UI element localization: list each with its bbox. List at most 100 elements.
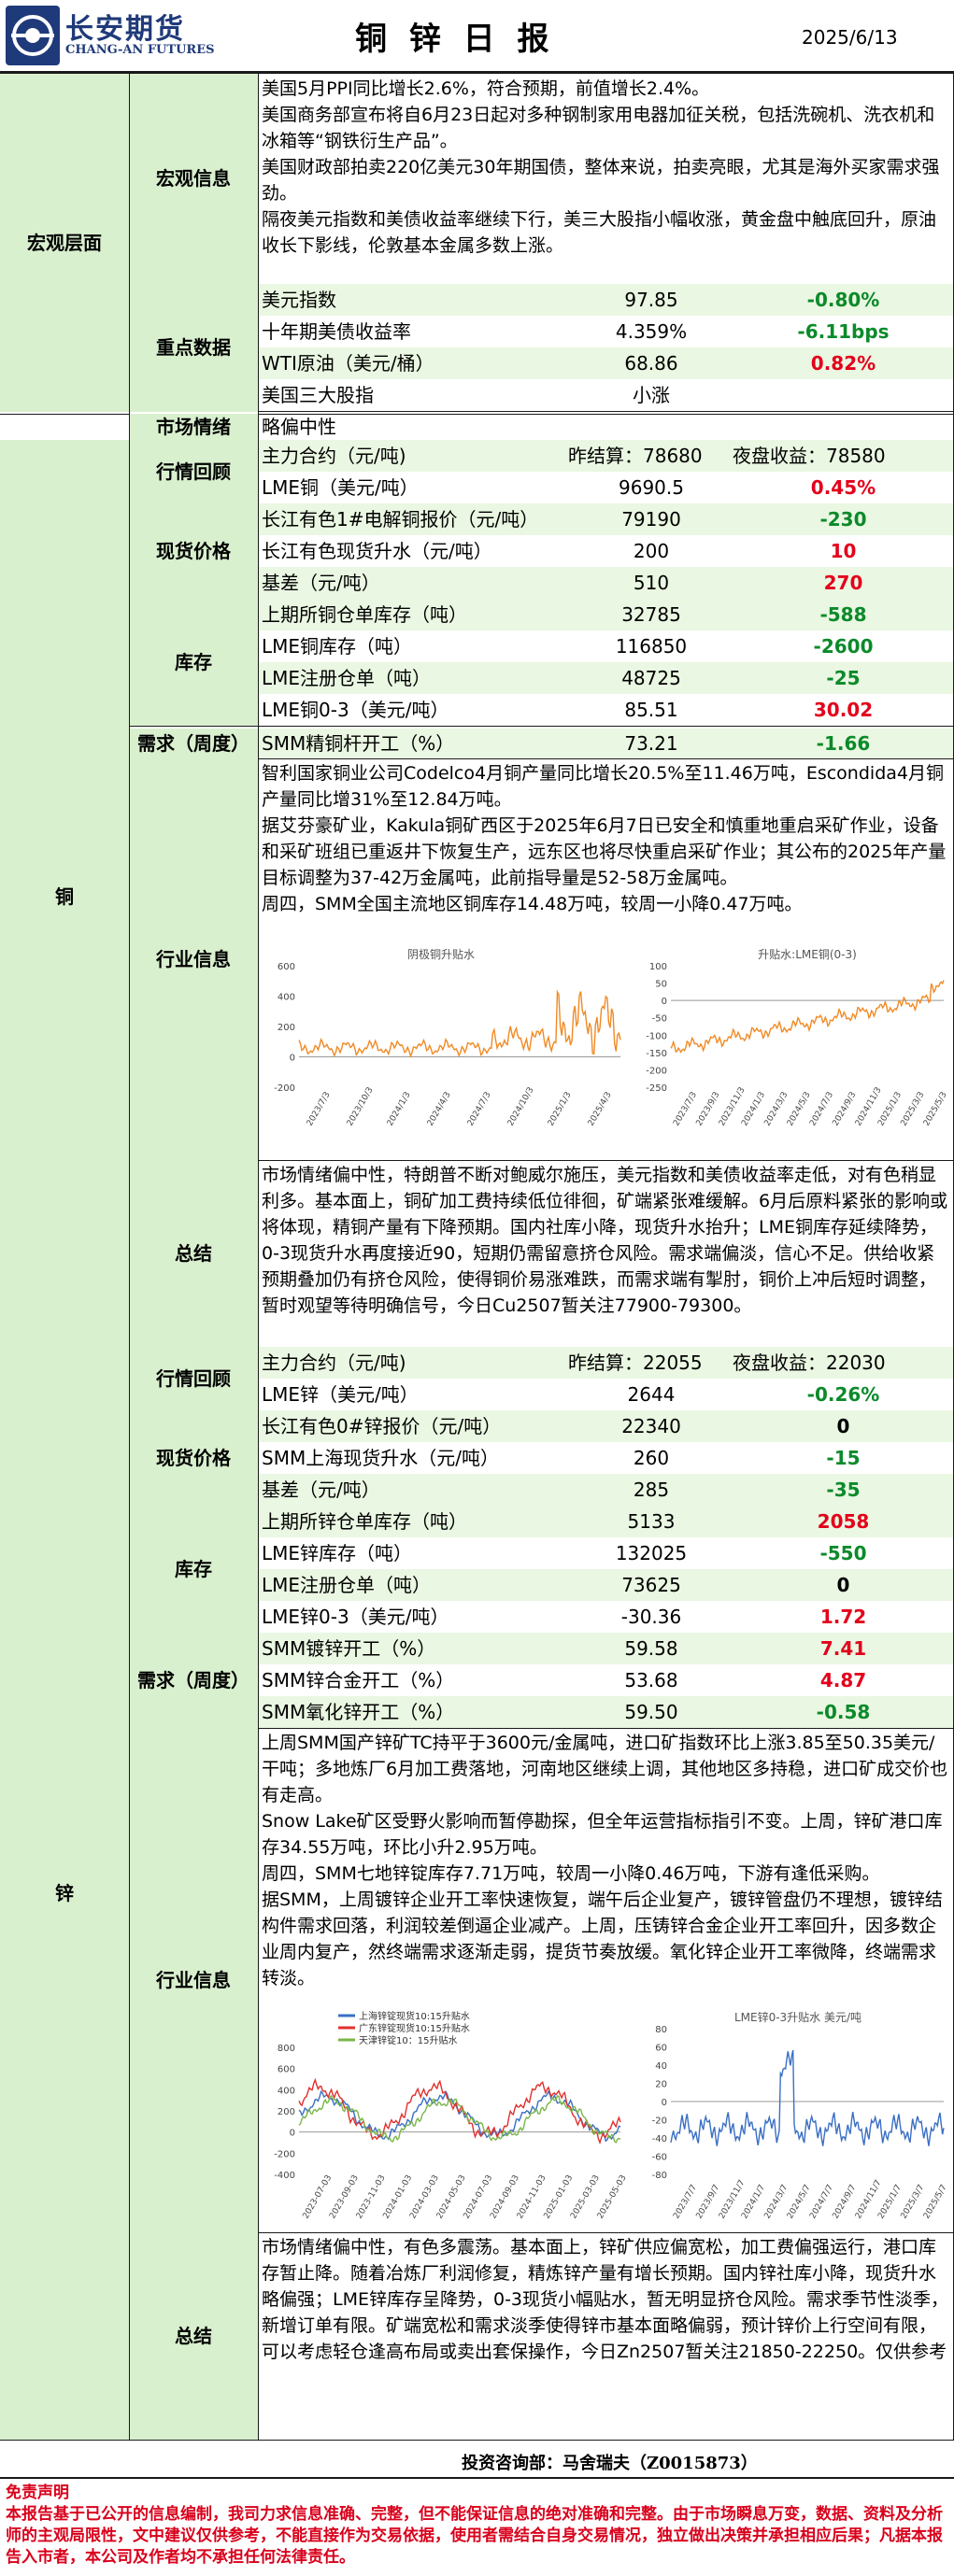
series-line <box>298 989 621 1058</box>
y-tick-label: 20 <box>655 2080 667 2090</box>
macro-key-row-change: 0.82% <box>810 352 876 375</box>
y-tick-label: 600 <box>278 962 295 972</box>
macro-info-text: 美国5月PPI同比增长2.6%，符合预期，前值增长2.4%。 <box>262 78 710 99</box>
copper-stock-row-change: -2600 <box>813 635 874 658</box>
copper-review-row-value: 9690.5 <box>619 476 684 499</box>
zinc-spot-row-value: 260 <box>633 1447 670 1469</box>
sentiment-value: 略偏中性 <box>262 416 336 438</box>
macro-key-row-value: 4.359% <box>615 320 688 343</box>
y-tick-label: 100 <box>649 962 667 972</box>
zinc-review-row-change: 夜盘收益：22030 <box>733 1352 886 1374</box>
macro-key-row-value: 小涨 <box>633 384 670 406</box>
zinc-demand-row-name: SMM锌合金开工（%） <box>262 1669 455 1691</box>
y-tick-label: 40 <box>655 2061 667 2072</box>
y-tick-label: -150 <box>646 1049 667 1059</box>
sentiment-label: 市场情绪 <box>156 416 231 438</box>
macro-info-label: 宏观信息 <box>129 74 258 284</box>
copper-industry-text: 周四，SMM全国主流地区铜库存14.48万吨，较周一小降0.47万吨。 <box>262 894 803 914</box>
y-tick-label: 600 <box>278 2065 295 2075</box>
report-header: 长安期货 CHANG-AN FUTURES 铜 锌 日 报 2025/6/13 <box>0 0 954 71</box>
y-tick-label: 200 <box>278 2107 295 2117</box>
y-tick-label: -50 <box>652 1014 667 1025</box>
copper-industry-text: 智利国家铜业公司Codelco4月铜产量同比增长20.5%至11.46万吨，Es… <box>262 763 944 810</box>
macro-key-row-name: 十年期美债收益率 <box>262 320 411 343</box>
x-tick-label: 2025/1/3 <box>547 1090 574 1127</box>
y-tick-label: 0 <box>290 1054 295 1064</box>
zinc-spot-row-change: -35 <box>826 1479 861 1501</box>
legend-label: 广东锌锭现货10:15升贴水 <box>359 2022 470 2034</box>
zinc-review-row-change: -0.26% <box>806 1383 880 1406</box>
zinc-demand-row-name: SMM氧化锌开工（%） <box>262 1701 455 1723</box>
macro-info-text: 美国商务部宣布将自6月23日起对多种钢制家用电器加征关税，包括洗碗机、洗衣机和冰… <box>262 105 935 151</box>
copper-spot-row-change: -230 <box>819 508 867 531</box>
copper-stock-row-change: -25 <box>826 667 861 689</box>
x-tick-label: 2024/10/3 <box>506 1086 536 1128</box>
copper-review-row-name: LME铜（美元/吨） <box>262 476 419 499</box>
copper-summary-label: 总结 <box>129 1160 258 1347</box>
y-tick-label: -400 <box>274 2171 295 2181</box>
copper-stock-row-value: 85.51 <box>624 699 678 721</box>
y-tick-label: 400 <box>278 993 295 1003</box>
copper-stock-row-value: 116850 <box>615 635 688 658</box>
zinc-stock-row-name: LME锌库存（吨） <box>262 1542 413 1564</box>
zinc-industry-text: 上周SMM国产锌矿TC持平于3600元/金属吨，进口矿指数环比上涨3.85至50… <box>262 1733 948 1805</box>
y-tick-label: 0 <box>290 2129 295 2139</box>
zinc-stock-row-value: 5133 <box>627 1510 676 1533</box>
y-tick-label: -80 <box>652 2171 667 2181</box>
copper-review-row-change: 0.45% <box>810 476 876 499</box>
x-tick-label: 2023/10/3 <box>346 1086 376 1128</box>
y-tick-label: 0 <box>662 2098 667 2108</box>
zinc-stock-row-value: 132025 <box>615 1542 688 1564</box>
y-tick-label: 400 <box>278 2086 295 2096</box>
copper-spot-row-name: 基差（元/吨） <box>262 572 380 594</box>
y-tick-label: 0 <box>662 997 667 1007</box>
x-tick-label: 2025/4/3 <box>587 1090 614 1127</box>
chart-lme-copper-0-3: 100500-50-100-150-200-2502023/7/32023/9/… <box>646 947 949 1128</box>
zinc-spot-row-name: SMM上海现货升水（元/吨） <box>262 1447 499 1469</box>
chart-title: 阴极铜升贴水 <box>407 947 475 961</box>
zinc-review-row-name: LME锌（美元/吨） <box>262 1383 419 1406</box>
copper-spot-row-value: 79190 <box>621 508 681 531</box>
chart-title: 升贴水:LME铜(0-3) <box>758 947 857 961</box>
y-tick-label: -200 <box>274 2149 295 2159</box>
zinc-spot-row-name: 基差（元/吨） <box>262 1479 380 1501</box>
copper-industry-label: 行业信息 <box>129 758 258 1160</box>
chart-copper-cathode-premium: 600 400 200 0 -200 2023/7/3 2023/10/3 2024/1/3 2… <box>274 947 621 1128</box>
y-tick-label: -60 <box>652 2153 667 2163</box>
copper-stock-row-change: 30.02 <box>813 699 874 721</box>
zinc-stock-row-change: 0 <box>836 1574 850 1596</box>
logo-text: 长安期货 <box>65 13 185 46</box>
y-tick-label: -250 <box>646 1083 667 1094</box>
copper-stock-row-name: LME铜0-3（美元/吨） <box>262 699 449 721</box>
report-title: 铜 锌 日 报 <box>355 21 555 58</box>
x-tick-label: 2024/4/3 <box>426 1090 453 1127</box>
section-label-zinc: 锌 <box>55 1882 74 1904</box>
company-logo <box>6 6 60 65</box>
copper-stock-row-value: 32785 <box>621 603 681 626</box>
zinc-spot-label: 现货价格 <box>129 1410 258 1506</box>
macro-key-row-name: 美元指数 <box>262 289 336 311</box>
macro-key-label: 重点数据 <box>129 284 258 412</box>
series-line <box>670 2049 945 2146</box>
x-tick-label: 2025/5/3 <box>922 1090 949 1127</box>
y-tick-label: 80 <box>655 2025 667 2035</box>
zinc-industry-text: 据SMM，上周镀锌企业开工率快速恢复，端午后企业复产，镀锌管盘仍不理想，镀锌结构… <box>262 1890 943 1989</box>
section-label-copper: 铜 <box>55 885 74 908</box>
chart-zinc-spot-premium: 8006004002000-200-400 2023-07-032023-09-0… <box>274 2010 628 2221</box>
zinc-stock-row-value: 73625 <box>621 1574 681 1596</box>
copper-industry-text: 据艾芬豪矿业，Kakula铜矿西区于2025年6月7日已安全和慎重地重启采矿作业… <box>262 815 947 888</box>
copper-stock-row-name: LME注册仓单（吨） <box>262 667 432 689</box>
zinc-review-label: 行情回顾 <box>129 1347 258 1410</box>
zinc-spot-row-change: -15 <box>826 1447 861 1469</box>
y-tick-label: 800 <box>278 2044 295 2054</box>
zinc-demand-row-change: -0.58 <box>816 1701 871 1723</box>
zinc-summary-text: 市场情绪偏中性，有色多震荡。基本面上，锌矿供应偏宽松，加工费偏强运行，港口库存暂… <box>262 2237 949 2362</box>
copper-stock-row-value: 48725 <box>621 667 681 689</box>
y-tick-label: -20 <box>652 2116 667 2127</box>
macro-key-row-change: -6.11bps <box>797 320 890 343</box>
series-line <box>670 980 945 1054</box>
zinc-industry-text: 周四，SMM七地锌锭库存7.71万吨，较周一小降0.46万吨，下游有逢低采购。 <box>262 1863 880 1884</box>
copper-summary-text: 市场情绪偏中性，特朗普不断对鲍威尔施压，美元指数和美债收益率走低，对有色稍显利多… <box>262 1165 948 1316</box>
zinc-review-row-value: 2644 <box>627 1383 676 1406</box>
zinc-stock-row-name: LME锌0-3（美元/吨） <box>262 1606 449 1628</box>
